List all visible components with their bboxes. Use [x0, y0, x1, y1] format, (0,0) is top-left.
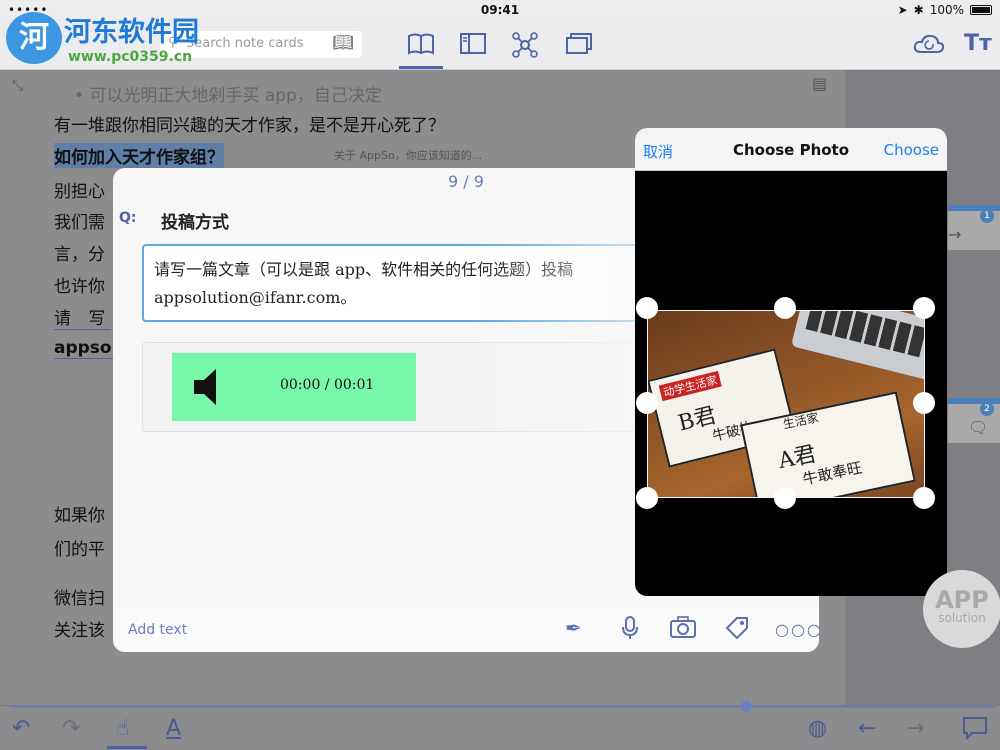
note-link-email[interactable]: appsol	[54, 338, 118, 359]
crop-handle-bottom-left[interactable]	[636, 487, 658, 509]
sidebar-icon[interactable]	[460, 32, 486, 62]
watermark-title: 河东软件园	[64, 17, 199, 48]
location-icon: ➤	[897, 3, 908, 17]
note-line: 也许你	[54, 277, 105, 297]
battery-icon	[970, 5, 992, 15]
crop-handle-left[interactable]	[636, 392, 658, 414]
site-watermark: 河 河东软件园 www.pc0359.cn	[4, 10, 199, 65]
choose-button[interactable]: Choose	[884, 141, 939, 159]
arrow-right-icon: →	[948, 225, 962, 244]
outline-icon[interactable]: ▤	[812, 74, 827, 93]
crop-handle-top-right[interactable]	[913, 297, 935, 319]
note-line: 别担心	[54, 182, 105, 202]
question-text[interactable]: 投稿方式	[161, 208, 229, 233]
back-arrow-icon[interactable]: ←	[858, 716, 876, 741]
progress-knob[interactable]	[741, 701, 752, 712]
side-card-count: 2	[980, 402, 994, 416]
active-tool-indicator	[107, 746, 147, 749]
note-line: 言，分	[54, 245, 105, 265]
note-line: 们的平	[54, 540, 105, 560]
status-right: ➤ ✱ 100%	[898, 3, 992, 17]
audio-time: 00:00 / 00:01	[280, 377, 375, 393]
tag-icon[interactable]	[725, 616, 749, 645]
note-heading-highlight: 如何加入天才作家组？	[54, 143, 224, 168]
hand-tool-icon[interactable]: ☝︎	[116, 716, 129, 741]
text-tool-icon[interactable]: A	[166, 716, 181, 741]
note-line: 我们需	[54, 213, 105, 233]
badge-line1: APP	[935, 586, 989, 614]
side-card-count: 1	[980, 209, 994, 223]
camera-icon[interactable]	[670, 616, 696, 643]
watermark-url: www.pc0359.cn	[68, 49, 193, 65]
forward-arrow-icon[interactable]: →	[906, 716, 924, 741]
crop-handle-bottom-right[interactable]	[913, 487, 935, 509]
note-line: 如果你	[54, 506, 105, 526]
microphone-icon[interactable]	[621, 616, 639, 645]
picker-header: 取消 Choose Photo Choose	[635, 128, 947, 171]
crop-frame	[647, 310, 925, 498]
note-line: 微信扫	[54, 589, 105, 609]
question-label: Q:	[119, 210, 137, 226]
globe-icon[interactable]: ◍	[808, 716, 827, 741]
comment-icon[interactable]	[962, 716, 988, 746]
book-icon[interactable]: 📖︎	[332, 33, 354, 53]
note-line: 有一堆跟你相同兴趣的天才作家，是不是开心死了？	[54, 116, 445, 136]
add-text-button[interactable]: Add text	[128, 622, 187, 638]
audio-player[interactable]: 00:00 / 00:01	[172, 353, 416, 421]
choose-photo-dialog: 取消 Choose Photo Choose 动学生活家 B君 牛破执 生活家 …	[635, 128, 947, 596]
reader-icon[interactable]	[407, 32, 435, 62]
comment-icon: 🗨︎	[968, 418, 989, 437]
bullet-item: • 可以光明正大地剁手买 app，自己决定	[74, 86, 382, 106]
battery-level: 100%	[929, 3, 964, 17]
mindmap-icon[interactable]	[512, 32, 538, 64]
crop-handle-right[interactable]	[913, 392, 935, 414]
cards-icon[interactable]	[566, 32, 592, 62]
more-icon[interactable]: ○○○	[775, 620, 819, 639]
crop-handle-top[interactable]	[774, 297, 796, 319]
search-placeholder: Search note cards	[186, 36, 304, 51]
crop-handle-top-left[interactable]	[636, 297, 658, 319]
bottom-toolbar: ↶ ↷ ☝︎ A ◍ ← →	[0, 701, 1000, 750]
card-footer: Add text ✒︎ ○○○	[113, 608, 819, 652]
watermark-logo: 河	[6, 12, 62, 64]
side-card-2[interactable]: 2 🗨︎	[948, 398, 1000, 443]
redo-icon[interactable]: ↷	[62, 716, 80, 741]
speaker-icon[interactable]	[194, 369, 224, 405]
bluetooth-icon: ✱	[913, 3, 924, 17]
breadcrumb[interactable]: 关于 AppSo，你应该知道的...	[334, 147, 482, 163]
active-tab-indicator	[399, 66, 443, 69]
crop-handle-bottom[interactable]	[774, 487, 796, 509]
appsolution-badge: APP solution	[923, 570, 1000, 648]
undo-icon[interactable]: ↶	[12, 716, 30, 741]
cloud-sync-icon[interactable]	[913, 32, 945, 62]
side-card-1[interactable]: 1 →	[948, 205, 1000, 250]
progress-track[interactable]	[10, 706, 995, 708]
text-size-icon[interactable]: Tт	[964, 32, 992, 56]
collapse-icon[interactable]: ⤡	[12, 78, 23, 94]
pen-icon[interactable]: ✒︎	[565, 616, 582, 640]
note-link-line[interactable]: 请 写	[54, 304, 112, 330]
note-line: 关注该	[54, 621, 105, 641]
